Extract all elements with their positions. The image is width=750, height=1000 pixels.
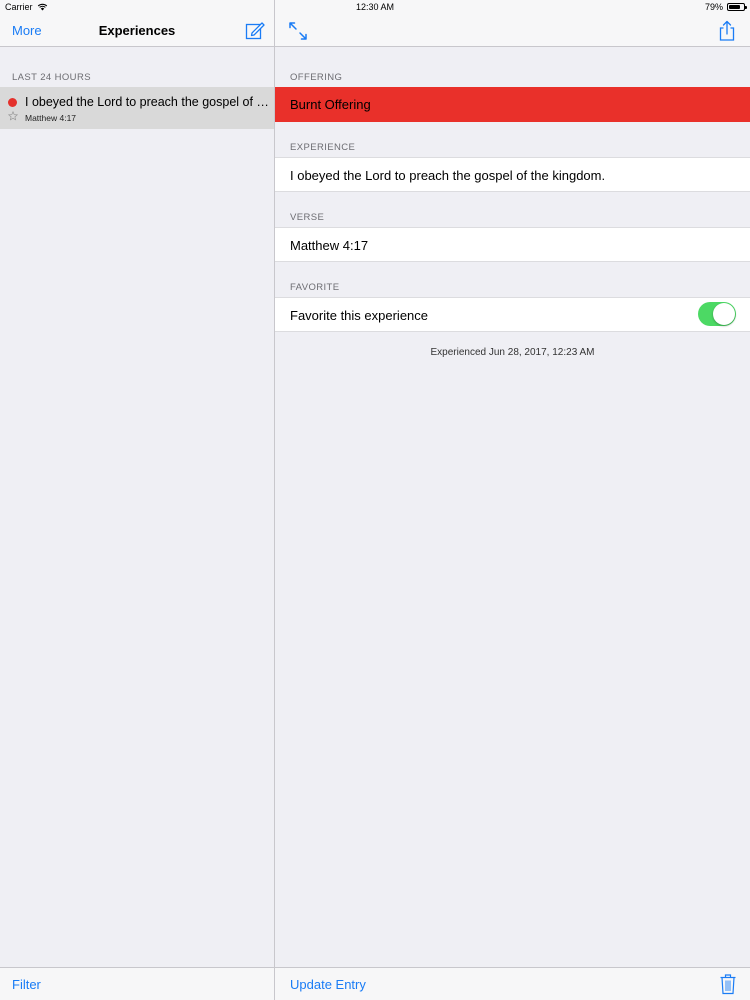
master-toolbar: Filter — [0, 967, 274, 1000]
status-time: 12:30 AM — [355, 2, 395, 12]
verse-value: Matthew 4:17 — [290, 238, 369, 253]
detail-pane: OFFERING Burnt Offering EXPERIENCE I obe… — [275, 14, 750, 1000]
section-header-verse: VERSE — [290, 212, 325, 223]
list-item-title: I obeyed the Lord to preach the gospel o… — [25, 95, 269, 109]
favorite-toggle[interactable] — [698, 302, 736, 326]
battery-icon — [727, 3, 747, 11]
master-pane: More Experiences LAST 24 HOURS I obeyed … — [0, 14, 274, 1000]
status-bar: Carrier 12:30 AM 79% — [0, 0, 750, 14]
section-header-experience: EXPERIENCE — [290, 142, 356, 153]
offering-value: Burnt Offering — [290, 97, 371, 112]
master-title: Experiences — [98, 23, 176, 38]
expand-icon[interactable] — [287, 20, 309, 42]
section-header-favorite: FAVORITE — [290, 282, 340, 293]
battery-percent: 79% — [704, 2, 723, 12]
star-outline-icon[interactable] — [8, 111, 18, 121]
trash-icon[interactable] — [719, 973, 737, 995]
compose-icon[interactable] — [244, 20, 266, 42]
share-icon[interactable] — [716, 20, 738, 42]
experience-field[interactable]: I obeyed the Lord to preach the gospel o… — [275, 157, 750, 192]
offering-color-dot — [8, 98, 17, 107]
status-right: 79% — [704, 2, 747, 12]
favorite-label: Favorite this experience — [290, 308, 429, 323]
filter-button[interactable]: Filter — [12, 977, 41, 992]
list-item[interactable]: I obeyed the Lord to preach the gospel o… — [0, 87, 274, 129]
detail-toolbar: Update Entry — [275, 967, 750, 1000]
toggle-knob — [713, 303, 735, 325]
favorite-cell: Favorite this experience — [275, 297, 750, 332]
battery-fill — [729, 5, 741, 9]
master-navbar: More Experiences — [0, 14, 274, 47]
section-header-offering: OFFERING — [290, 72, 343, 83]
detail-navbar — [275, 14, 750, 47]
list-item-subtitle: Matthew 4:17 — [25, 113, 77, 123]
experienced-timestamp: Experienced Jun 28, 2017, 12:23 AM — [430, 347, 595, 358]
offering-cell[interactable]: Burnt Offering — [275, 87, 750, 122]
verse-field[interactable]: Matthew 4:17 — [275, 227, 750, 262]
update-entry-button[interactable]: Update Entry — [290, 977, 366, 992]
experience-value: I obeyed the Lord to preach the gospel o… — [290, 168, 606, 183]
section-header-last-24-hours: LAST 24 HOURS — [12, 72, 91, 83]
